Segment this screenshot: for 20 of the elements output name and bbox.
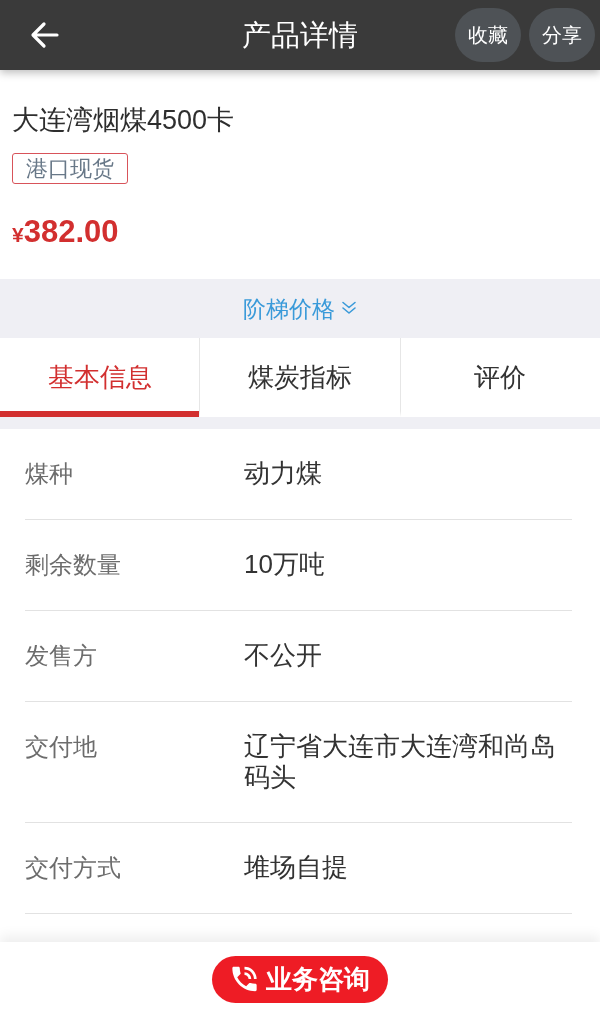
info-label: 发售方 <box>25 641 98 671</box>
phone-icon <box>231 965 258 993</box>
header-action-button[interactable]: 分享 <box>529 8 595 62</box>
info-value: 不公开 <box>244 640 323 671</box>
page-title: 产品详情 <box>242 18 358 53</box>
info-value: 10万吨 <box>244 549 326 580</box>
info-label: 煤种 <box>25 459 74 489</box>
info-value: 辽宁省大连市大连湾和尚岛码头 <box>244 731 557 793</box>
info-label: 剩余数量 <box>25 550 122 580</box>
consult-button[interactable]: 业务咨询 <box>212 955 388 1003</box>
info-value: 动力煤 <box>244 458 323 489</box>
double-chevron-icon[interactable] <box>341 300 357 315</box>
info-label: 交付方式 <box>25 853 122 883</box>
product-tag: 港口现货 <box>12 153 128 184</box>
info-value: 堆场自提 <box>244 852 349 883</box>
product-name: 大连湾烟煤4500卡 <box>12 104 235 137</box>
header-action-button[interactable]: 收藏 <box>455 8 521 62</box>
back-arrow-icon[interactable] <box>30 20 60 50</box>
info-label: 交付地 <box>25 732 98 762</box>
product-price: ¥382.00 <box>12 214 119 251</box>
